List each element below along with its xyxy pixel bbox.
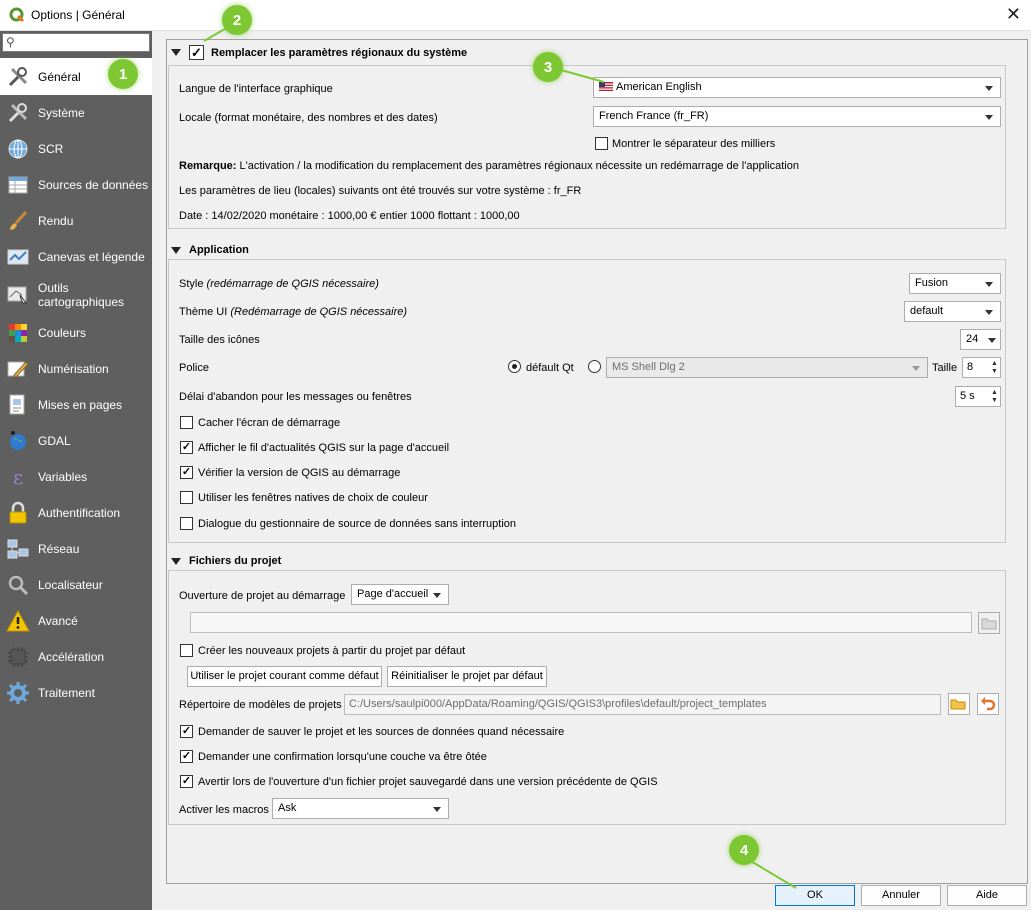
annotation-badge-1: 1 — [108, 59, 138, 89]
annotation-badge-3: 3 — [533, 52, 563, 82]
annotation-badge-4: 4 — [729, 835, 759, 865]
annotation-badge-2: 2 — [222, 5, 252, 35]
annotation-arrows — [203, 21, 797, 889]
annotation-arrow-3 — [560, 69, 605, 83]
